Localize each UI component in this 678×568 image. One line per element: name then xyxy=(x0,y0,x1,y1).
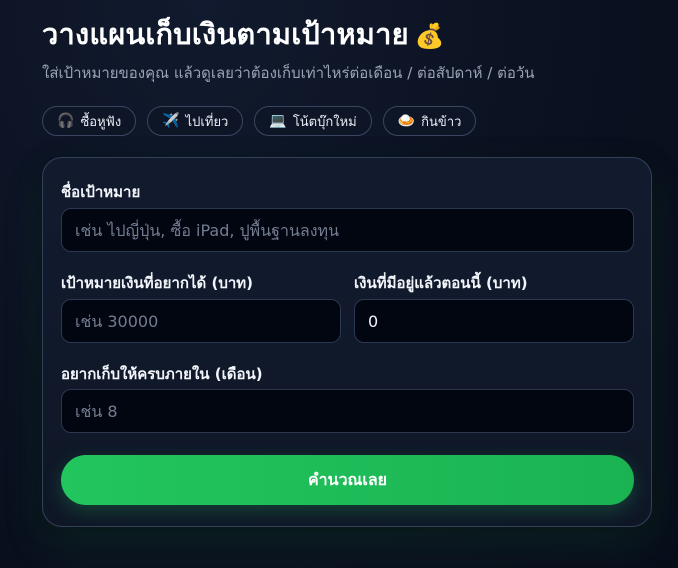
calculate-button[interactable]: คำนวณเลย xyxy=(61,455,634,505)
rice-bowl-icon: 🍛 xyxy=(397,113,416,129)
current-amount-input[interactable] xyxy=(354,299,634,343)
target-amount-label: เป้าหมายเงินที่อยากได้ (บาท) xyxy=(61,274,254,292)
preset-chips: 🎧 ซื้อหูฟัง ✈️ ไปเที่ยว 💻 โน้ตบุ๊กใหม่ 🍛… xyxy=(42,106,477,136)
current-amount-label: เงินที่มีอยู่แล้วตอนนี้ (บาท) xyxy=(354,274,528,292)
airplane-icon: ✈️ xyxy=(162,113,180,129)
preset-chip-label: ไปเที่ยว xyxy=(185,114,229,130)
page-title-text: วางแผนเก็บเงินตามเป้าหมาย xyxy=(42,17,409,51)
months-label: อยากเก็บให้ครบภายใน (เดือน) xyxy=(61,365,263,383)
preset-chip-laptop[interactable]: 💻 โน้ตบุ๊กใหม่ xyxy=(254,106,372,136)
goal-form-card: ชื่อเป้าหมาย เป้าหมายเงินที่อยากได้ (บาท… xyxy=(42,157,652,527)
page-subtitle: ใส่เป้าหมายของคุณ แล้วดูเลยว่าต้องเก็บเท… xyxy=(42,64,535,82)
goal-name-label: ชื่อเป้าหมาย xyxy=(61,183,141,201)
goal-name-input[interactable] xyxy=(61,208,634,252)
preset-chip-travel[interactable]: ✈️ ไปเที่ยว xyxy=(147,106,244,136)
money-bag-icon: 💰 xyxy=(414,22,445,50)
target-amount-input[interactable] xyxy=(61,299,341,343)
months-input[interactable] xyxy=(61,389,634,433)
preset-chip-label: กินข้าว xyxy=(421,114,462,130)
headphones-icon: 🎧 xyxy=(57,113,75,129)
page-title: วางแผนเก็บเงินตามเป้าหมาย 💰 xyxy=(42,12,445,58)
preset-chip-label: ซื้อหูฟัง xyxy=(80,114,122,130)
preset-chip-meal[interactable]: 🍛 กินข้าว xyxy=(382,106,477,136)
preset-chip-headphones[interactable]: 🎧 ซื้อหูฟัง xyxy=(42,106,137,136)
preset-chip-label: โน้ตบุ๊กใหม่ xyxy=(292,114,357,130)
laptop-icon: 💻 xyxy=(269,113,287,129)
